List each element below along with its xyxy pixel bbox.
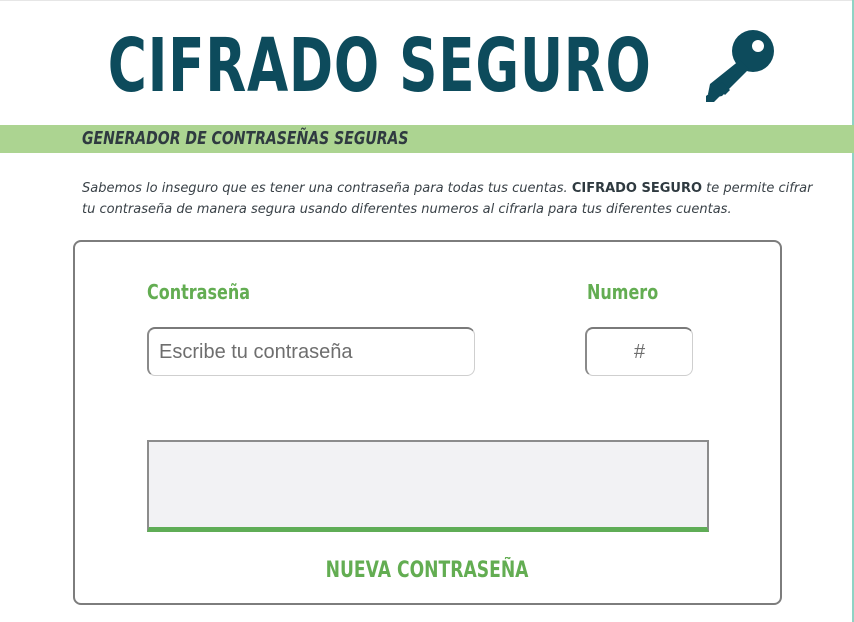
page: CIFRADO SEGURO GENERADOR DE CONTRASEÑAS … bbox=[0, 0, 854, 622]
intro-text-start: Sabemos lo inseguro que es tener una con… bbox=[82, 181, 572, 196]
intro-brand-name: CIFRADO SEGURO bbox=[571, 181, 703, 196]
password-label: Contraseña bbox=[147, 280, 251, 304]
subtitle-band: GENERADOR DE CONTRASEÑAS SEGURAS bbox=[0, 125, 854, 153]
top-divider bbox=[0, 0, 854, 1]
key-icon bbox=[705, 30, 774, 102]
intro-paragraph: Sabemos lo inseguro que es tener una con… bbox=[82, 178, 822, 220]
app-title: CIFRADO SEGURO bbox=[107, 23, 652, 109]
number-input[interactable] bbox=[585, 327, 693, 376]
page-subtitle: GENERADOR DE CONTRASEÑAS SEGURAS bbox=[82, 128, 409, 149]
header: CIFRADO SEGURO bbox=[0, 18, 854, 118]
generator-card: Contraseña Numero NUEVA CONTRASEÑA bbox=[73, 240, 782, 605]
new-password-button[interactable]: NUEVA CONTRASEÑA bbox=[75, 558, 780, 584]
new-password-button-label: NUEVA CONTRASEÑA bbox=[326, 558, 529, 583]
encrypted-password-output[interactable] bbox=[147, 440, 709, 532]
password-input[interactable] bbox=[147, 327, 475, 376]
number-label: Numero bbox=[587, 280, 659, 304]
